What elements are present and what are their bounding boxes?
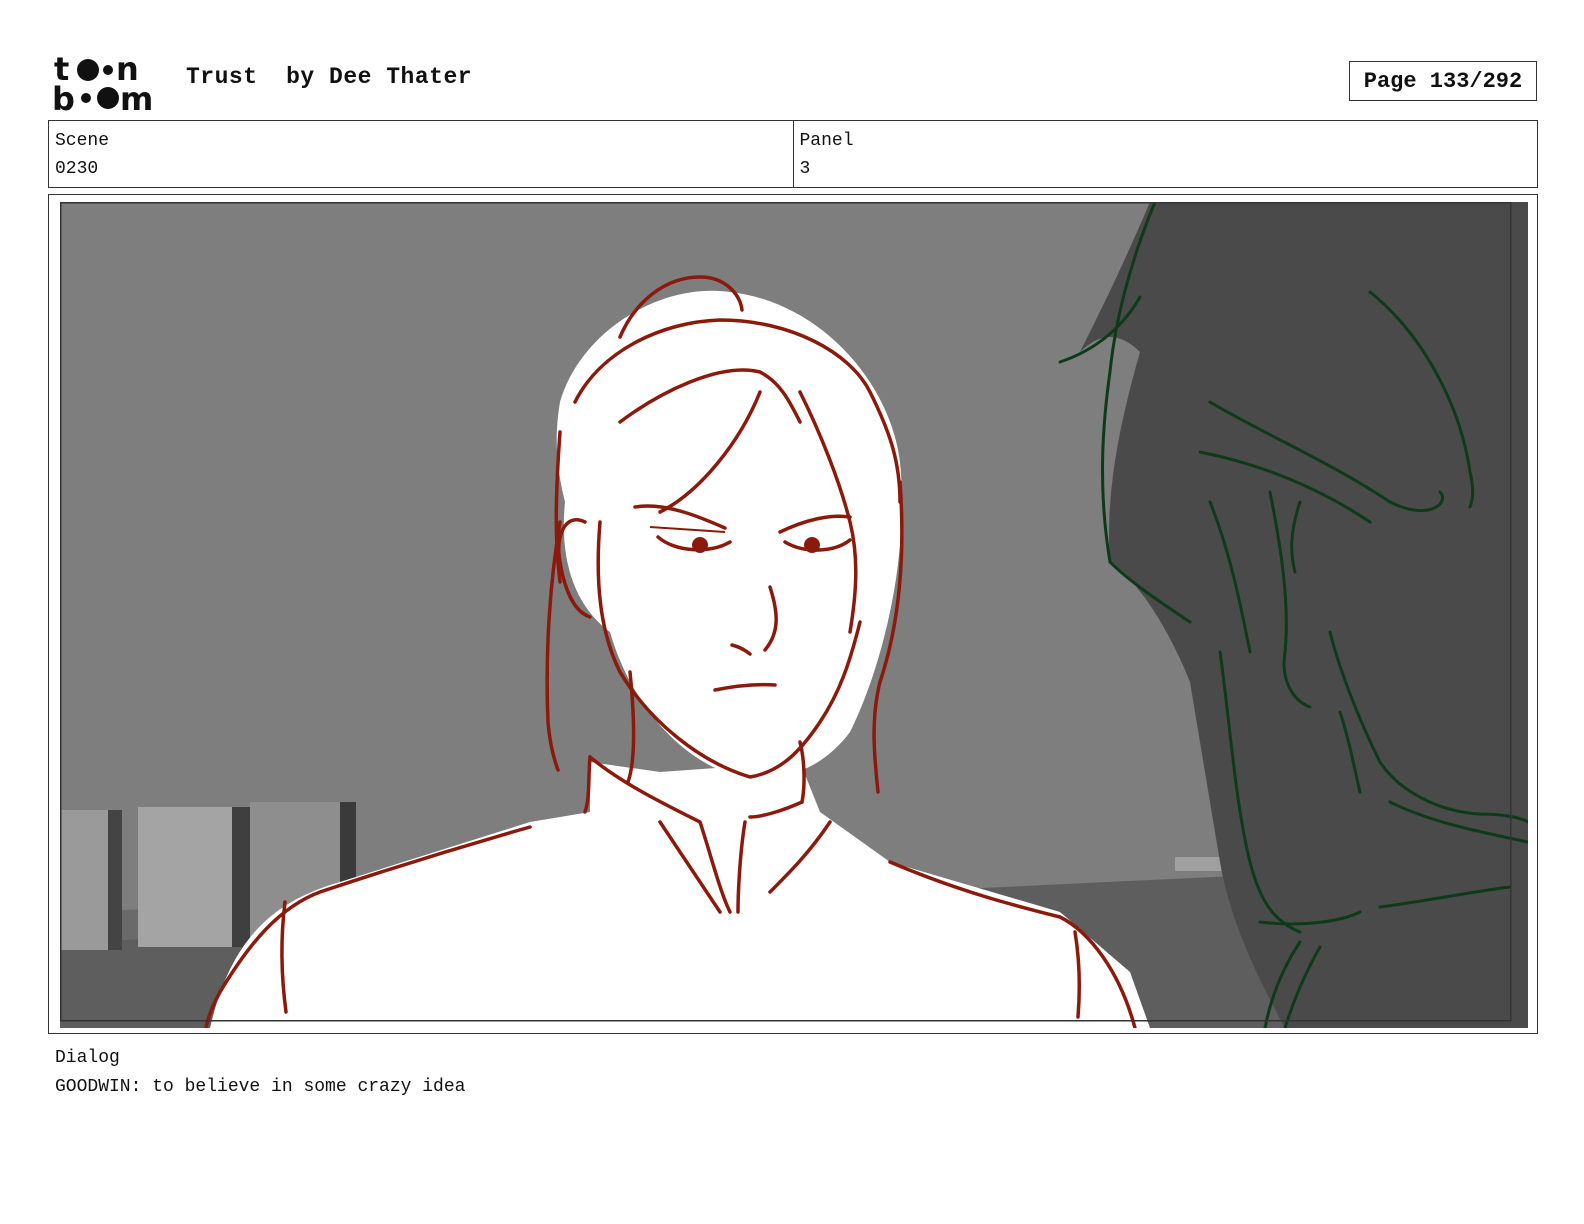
panel-cell: Panel 3 [792,121,1538,187]
dialog-label: Dialog [55,1048,120,1068]
svg-text:m: m [120,80,153,112]
cylinder-left [60,810,122,950]
scene-value: 0230 [55,159,99,179]
panel-value: 3 [799,159,811,179]
panel-image [60,202,1528,1028]
author-text: by Dee Thater [286,64,473,90]
page-number: Page 133/292 [1363,68,1523,94]
storyboard-sketch [60,202,1528,1028]
page-indicator: Page 133/292 [1349,61,1537,101]
scene-cell: Scene 0230 [49,121,793,187]
toon-boom-logo: t n b m [52,50,164,118]
cylinder-middle [138,807,250,947]
scene-label: Scene [55,131,110,151]
toon-boom-logo-icon: t n b m [52,50,153,118]
dialog-text: GOODWIN: to believe in some crazy idea [55,1077,466,1097]
svg-text:b: b [52,80,75,112]
project-title: Trust by Dee Thater [186,64,472,90]
panel-label: Panel [799,131,854,151]
scene-panel-table: Scene 0230 Panel 3 [48,120,1538,188]
title-text: Trust [186,64,258,90]
